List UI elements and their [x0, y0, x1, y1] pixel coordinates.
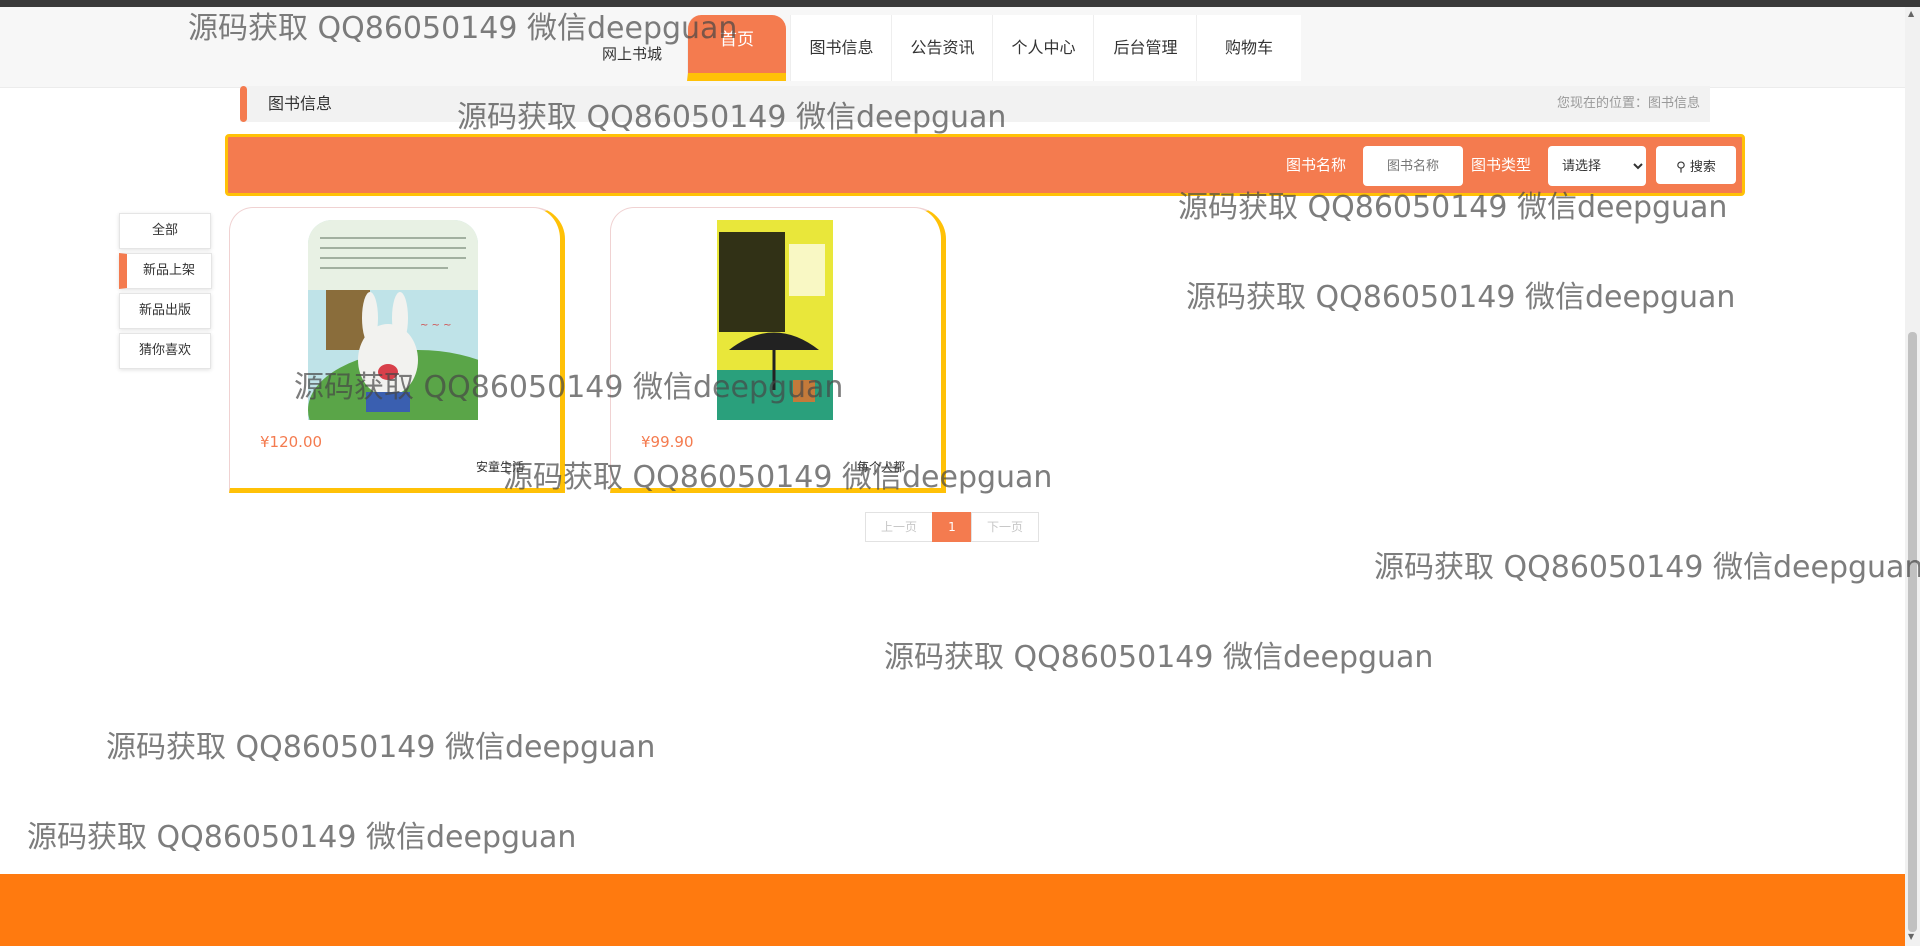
watermark: 源码获取 QQ86050149 微信deepguan [106, 730, 656, 765]
watermark: 源码获取 QQ86050149 微信deepguan [1186, 280, 1736, 315]
next-page-button[interactable]: 下一页 [971, 512, 1039, 542]
footer-bar [0, 874, 1905, 946]
current-page-button[interactable]: 1 [932, 512, 972, 542]
book-type-select[interactable]: 请选择 [1548, 146, 1646, 186]
nav-personal-center[interactable]: 个人中心 [992, 15, 1094, 81]
book-price: ¥99.90 [641, 433, 694, 451]
filter-new-arrivals[interactable]: 新品上架 [119, 253, 212, 289]
book-name: 每个人都 [856, 460, 905, 474]
section-accent-bar [240, 86, 247, 122]
search-button[interactable]: ⚲ 搜索 [1656, 146, 1736, 184]
book-card[interactable]: ~ ~ ~ ¥120.00 安童生活 [229, 207, 565, 493]
book-name-label: 图书名称 [1286, 156, 1347, 174]
search-button-label: 搜索 [1689, 159, 1716, 175]
filter-all[interactable]: 全部 [119, 213, 211, 249]
scroll-down-arrow-icon[interactable]: ▼ [1908, 932, 1914, 941]
section-title: 图书信息 [268, 94, 333, 113]
scroll-up-arrow-icon[interactable]: ▲ [1908, 9, 1914, 18]
book-type-label: 图书类型 [1471, 156, 1532, 174]
nav-admin[interactable]: 后台管理 [1093, 15, 1197, 81]
nav-book-info[interactable]: 图书信息 [790, 15, 892, 81]
breadcrumb: 您现在的位置：图书信息 [1556, 96, 1700, 111]
watermark: 源码获取 QQ86050149 微信deepguan [1374, 550, 1920, 585]
book-price: ¥120.00 [260, 433, 323, 451]
scroll-thumb[interactable] [1908, 332, 1917, 932]
book-cover-image: ~ ~ ~ [308, 220, 478, 420]
top-navbar: 网上书城 首页 图书信息 公告资讯 个人中心 后台管理 购物车 [0, 7, 1920, 88]
book-name: 安童生活 [475, 460, 524, 474]
section-header: 图书信息 您现在的位置：图书信息 [240, 86, 1710, 122]
svg-text:~ ~ ~: ~ ~ ~ [420, 320, 452, 331]
book-card[interactable]: ¥99.90 每个人都 [610, 207, 946, 493]
filter-new-publications[interactable]: 新品出版 [119, 293, 211, 329]
search-icon: ⚲ [1676, 159, 1686, 175]
watermark: 源码获取 QQ86050149 微信deepguan [27, 820, 577, 855]
site-brand: 网上书城 [602, 45, 663, 63]
prev-page-button[interactable]: 上一页 [865, 512, 933, 542]
page-scrollbar[interactable]: ▲ ▼ [1905, 7, 1920, 946]
nav-cart[interactable]: 购物车 [1196, 15, 1301, 81]
watermark: 源码获取 QQ86050149 微信deepguan [884, 640, 1434, 675]
side-filter-menu: 全部 新品上架 新品出版 猜你喜欢 [119, 213, 212, 373]
book-cover-image [689, 220, 859, 420]
book-name-input[interactable] [1363, 146, 1463, 186]
filter-guess-you-like[interactable]: 猜你喜欢 [119, 333, 211, 369]
nav-announcements[interactable]: 公告资讯 [891, 15, 993, 81]
search-bar: 图书名称 图书类型 请选择 ⚲ 搜索 [225, 134, 1745, 196]
nav-home[interactable]: 首页 [687, 15, 786, 81]
browser-top-strip [0, 0, 1920, 7]
